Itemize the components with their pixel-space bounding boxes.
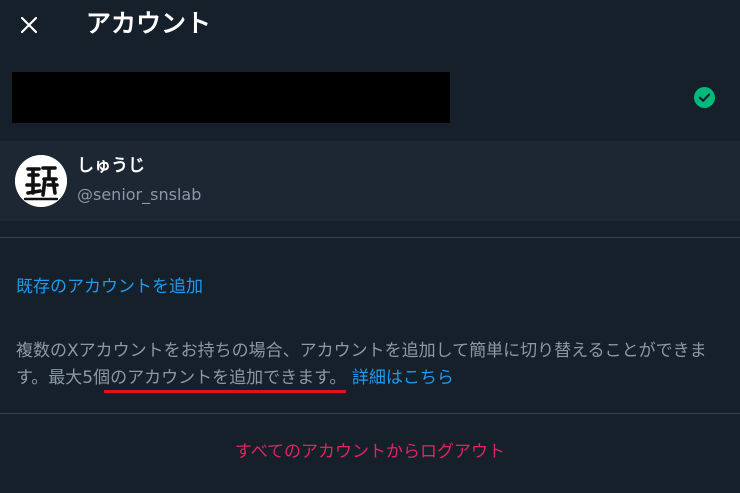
account-switcher-modal: アカウント しゅうじ @senior_snslab 既存のアカウントを追加 複数… (0, 0, 740, 493)
account-item-current[interactable] (0, 65, 740, 133)
details-link[interactable]: 詳細はこちら (352, 368, 454, 388)
avatar (15, 155, 67, 207)
divider (0, 237, 740, 238)
account-display-name: しゅうじ (77, 156, 145, 176)
close-button[interactable] (12, 8, 46, 42)
redacted-account-info (12, 72, 450, 123)
checkmark-icon (694, 87, 715, 108)
close-icon (20, 16, 38, 34)
account-item[interactable]: しゅうじ @senior_snslab (0, 141, 740, 221)
logout-all-button[interactable]: すべてのアカウントからログアウト (0, 438, 740, 466)
highlight-underline (104, 390, 346, 393)
info-text: 複数のXアカウントをお持ちの場合、アカウントを追加して簡単に切り替えることができ… (16, 338, 726, 392)
avatar-image (15, 155, 67, 207)
modal-header: アカウント (0, 0, 740, 50)
account-handle: @senior_snslab (77, 185, 202, 204)
add-existing-account-link[interactable]: 既存のアカウントを追加 (16, 274, 203, 300)
divider (0, 413, 740, 414)
page-title: アカウント (86, 9, 212, 38)
